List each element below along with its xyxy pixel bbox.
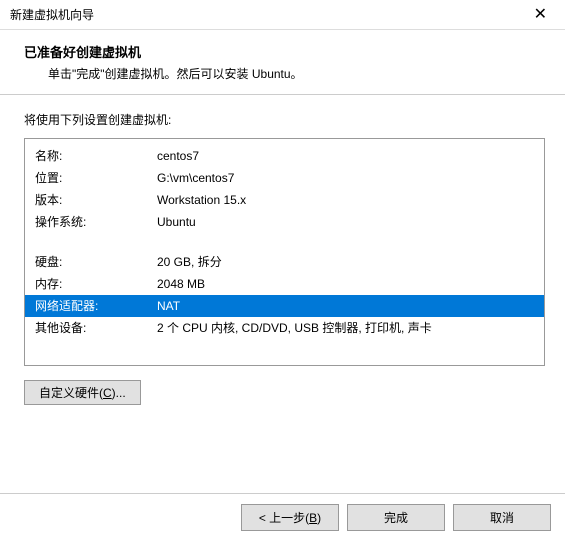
back-label: < 上一步(B) xyxy=(259,511,321,525)
row-disk[interactable]: 硬盘: 20 GB, 拆分 xyxy=(25,251,544,273)
settings-label: 将使用下列设置创建虚拟机: xyxy=(24,111,545,128)
footer: < 上一步(B) 完成 取消 xyxy=(0,493,565,543)
header-subtitle: 单击"完成"创建虚拟机。然后可以安装 Ubuntu。 xyxy=(24,65,545,82)
row-version[interactable]: 版本: Workstation 15.x xyxy=(25,189,544,211)
value-location: G:\vm\centos7 xyxy=(157,169,534,187)
customize-hardware-button[interactable]: 自定义硬件(C)... xyxy=(24,380,141,405)
row-os[interactable]: 操作系统: Ubuntu xyxy=(25,211,544,233)
header-title: 已准备好创建虚拟机 xyxy=(24,42,545,61)
spacer xyxy=(25,233,544,251)
cancel-button[interactable]: 取消 xyxy=(453,504,551,531)
customize-label: 自定义硬件(C)... xyxy=(39,386,126,400)
value-network: NAT xyxy=(157,297,534,315)
value-other: 2 个 CPU 内核, CD/DVD, USB 控制器, 打印机, 声卡 xyxy=(157,319,534,337)
titlebar: 新建虚拟机向导 ✕ xyxy=(0,0,565,30)
wizard-header: 已准备好创建虚拟机 单击"完成"创建虚拟机。然后可以安装 Ubuntu。 xyxy=(0,30,565,95)
label-version: 版本: xyxy=(35,191,157,209)
summary-box: 名称: centos7 位置: G:\vm\centos7 版本: Workst… xyxy=(24,138,545,366)
value-version: Workstation 15.x xyxy=(157,191,534,209)
label-name: 名称: xyxy=(35,147,157,165)
label-location: 位置: xyxy=(35,169,157,187)
value-os: Ubuntu xyxy=(157,213,534,231)
value-memory: 2048 MB xyxy=(157,275,534,293)
content-area: 将使用下列设置创建虚拟机: 名称: centos7 位置: G:\vm\cent… xyxy=(0,95,565,415)
row-network[interactable]: 网络适配器: NAT xyxy=(25,295,544,317)
row-location[interactable]: 位置: G:\vm\centos7 xyxy=(25,167,544,189)
label-disk: 硬盘: xyxy=(35,253,157,271)
finish-button[interactable]: 完成 xyxy=(347,504,445,531)
back-button[interactable]: < 上一步(B) xyxy=(241,504,339,531)
label-network: 网络适配器: xyxy=(35,297,157,315)
label-other: 其他设备: xyxy=(35,319,157,337)
window-title: 新建虚拟机向导 xyxy=(10,6,94,23)
value-name: centos7 xyxy=(157,147,534,165)
label-memory: 内存: xyxy=(35,275,157,293)
value-disk: 20 GB, 拆分 xyxy=(157,253,534,271)
close-icon[interactable]: ✕ xyxy=(526,5,555,25)
label-os: 操作系统: xyxy=(35,213,157,231)
row-memory[interactable]: 内存: 2048 MB xyxy=(25,273,544,295)
row-name[interactable]: 名称: centos7 xyxy=(25,145,544,167)
row-other[interactable]: 其他设备: 2 个 CPU 内核, CD/DVD, USB 控制器, 打印机, … xyxy=(25,317,544,339)
